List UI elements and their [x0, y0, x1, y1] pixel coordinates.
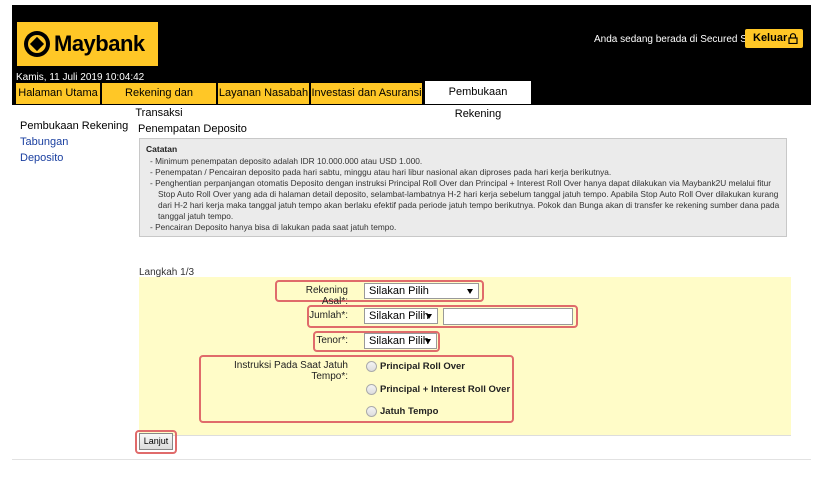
tab-halaman-utama[interactable]: Halaman Utama	[16, 83, 101, 104]
login-datetime: Kamis, 11 Juli 2019 10:04:42	[16, 72, 145, 83]
note-line: - Penempatan / Pencairan deposito pada h…	[150, 167, 612, 177]
chevron-down-icon	[467, 289, 473, 294]
tab-pembukaan-rekening[interactable]: Pembukaan Rekening	[425, 81, 531, 120]
logout-label: Keluar	[753, 32, 788, 44]
tab-layanan-nasabah[interactable]: Layanan Nasabah	[218, 83, 310, 104]
radio-button[interactable]	[366, 406, 377, 417]
secured-site-text: Anda sedang berada di Secured Site	[594, 34, 758, 45]
notes-box: Catatan - Minimum penempatan deposito ad…	[139, 138, 787, 237]
logout-button[interactable]: Keluar	[745, 29, 803, 48]
source-account-select[interactable]: Silakan Pilih	[364, 283, 479, 299]
tab-investasi-asuransi[interactable]: Investasi dan Asuransi	[311, 83, 423, 104]
sidebar-item-tabungan[interactable]: Tabungan	[20, 136, 68, 148]
page-title: Penempatan Deposito	[138, 123, 247, 135]
tiger-emblem-icon	[24, 31, 50, 57]
note-line: - Minimum penempatan deposito adalah IDR…	[150, 156, 423, 166]
lock-icon	[788, 33, 798, 44]
source-account-label: Rekening Asal*:	[305, 285, 348, 307]
next-button[interactable]: Lanjut	[139, 433, 173, 450]
brand-name: Maybank	[54, 31, 145, 56]
tab-rekening-transaksi[interactable]: Rekening dan Transaksi	[102, 83, 217, 119]
sidebar-item-deposito[interactable]: Deposito	[20, 152, 63, 164]
page-divider	[12, 459, 811, 460]
tenor-select[interactable]: Silakan Pilih	[364, 333, 437, 349]
maturity-instruction-label: Instruksi Pada Saat Jatuh Tempo*:	[234, 360, 348, 382]
chevron-down-icon	[425, 339, 431, 344]
chevron-down-icon	[426, 314, 432, 319]
note-line: - Penghentian perpanjangan otomatis Depo…	[150, 178, 780, 221]
amount-label: Jumlah*:	[309, 310, 348, 321]
notes-title: Catatan	[146, 144, 178, 154]
sidebar-title: Pembukaan Rekening	[20, 120, 129, 132]
maybank-logo[interactable]: Maybank	[17, 22, 158, 66]
currency-select[interactable]: Silakan Pilih	[364, 308, 438, 324]
note-line: - Pencairan Deposito hanya bisa di lakuk…	[150, 222, 397, 232]
radio-button[interactable]	[366, 384, 377, 395]
form-footer	[139, 435, 791, 452]
tenor-label: Tenor*:	[316, 335, 348, 346]
amount-input[interactable]	[443, 308, 573, 325]
radio-button[interactable]	[366, 361, 377, 372]
